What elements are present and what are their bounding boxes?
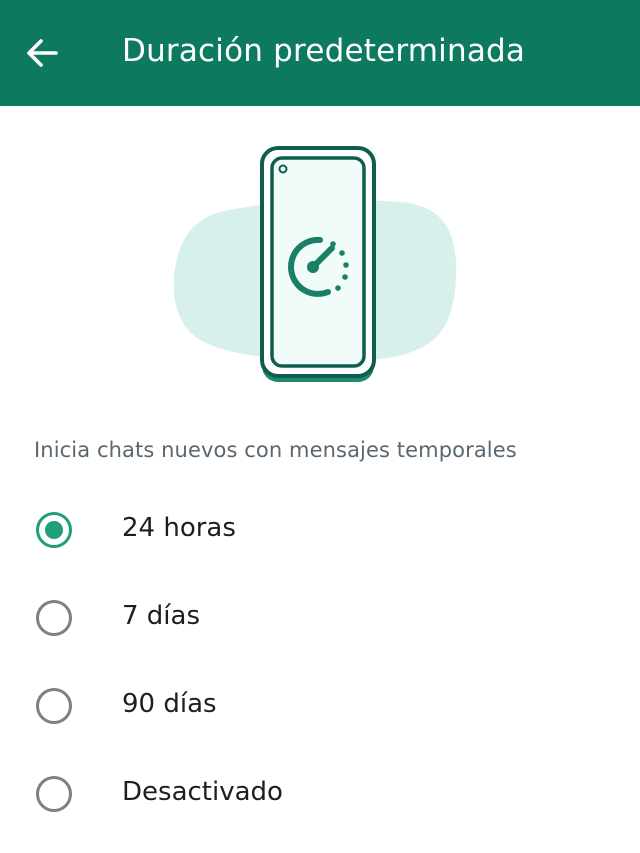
option-24-horas[interactable]: 24 horas: [0, 486, 640, 574]
radio-unselected-icon[interactable]: [36, 688, 72, 724]
app-bar: Duración predeterminada: [0, 0, 640, 106]
radio-selected-icon[interactable]: [36, 512, 72, 548]
page-title: Duración predeterminada: [122, 33, 526, 69]
option-label: 24 horas: [122, 513, 236, 543]
option-label: Desactivado: [122, 777, 283, 807]
arrow-left-icon: [27, 39, 58, 67]
option-label: 90 días: [122, 689, 217, 719]
back-button[interactable]: [16, 27, 68, 79]
option-7-dias[interactable]: 7 días: [0, 574, 640, 662]
section-label: Inicia chats nuevos con mensajes tempora…: [34, 438, 517, 462]
phone-timer-icon: [173, 146, 457, 382]
radio-unselected-icon[interactable]: [36, 776, 72, 812]
radio-unselected-icon[interactable]: [36, 600, 72, 636]
option-90-dias[interactable]: 90 días: [0, 662, 640, 750]
default-duration-screen: Duración predeterminada Inicia chats nue…: [0, 0, 640, 853]
option-desactivado[interactable]: Desactivado: [0, 750, 640, 838]
option-label: 7 días: [122, 601, 201, 631]
